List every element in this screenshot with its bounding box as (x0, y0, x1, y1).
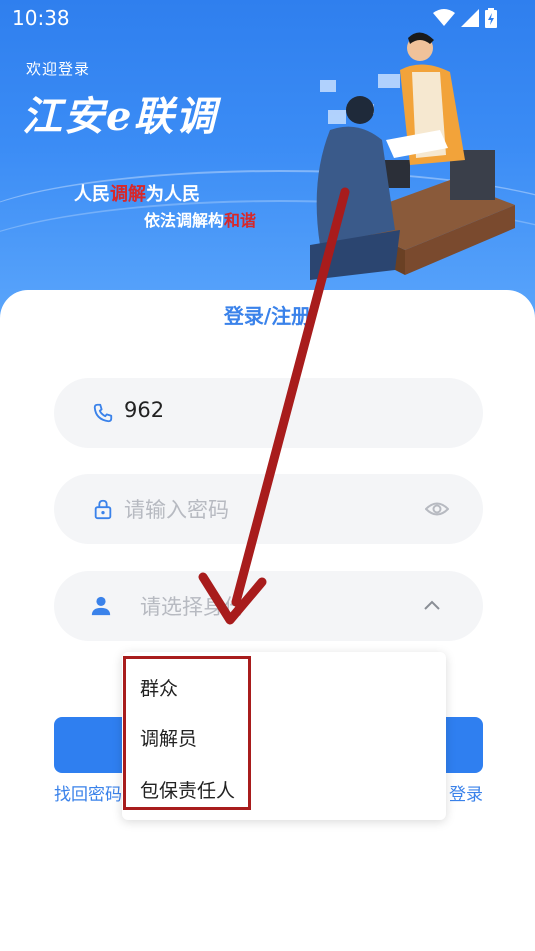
login-card-title: 登录/注册 (223, 304, 312, 328)
role-placeholder: 请选择身份 (140, 595, 245, 619)
slogan-highlight: 调解 (110, 184, 146, 205)
battery-icon (485, 8, 497, 28)
slogan-text: 为人民 (146, 184, 200, 205)
password-input[interactable]: 请输入密码 (54, 474, 483, 544)
chevron-up-icon (424, 600, 440, 610)
annotation-highlight-box (123, 656, 251, 810)
header-banner: 10:38 欢迎登录 江安e联调 人民调解为人民 依法调解构和谐 (0, 0, 535, 320)
welcome-text: 欢迎登录 (26, 60, 91, 78)
slogan-text: 人民 (74, 184, 110, 205)
wifi-icon (433, 9, 455, 26)
eye-icon[interactable] (425, 498, 449, 520)
slogan-text: 依法调解构 (144, 211, 225, 230)
slogan-line-2: 依法调解构和谐 (144, 207, 256, 231)
password-placeholder: 请输入密码 (124, 498, 229, 522)
slogan-highlight: 和谐 (224, 211, 257, 230)
phone-input[interactable]: 962 (54, 378, 483, 448)
phone-value: 962 (124, 398, 165, 422)
lock-icon (94, 499, 112, 520)
phone-icon (93, 403, 113, 423)
status-time: 10:38 (12, 6, 70, 30)
forgot-password-link[interactable]: 找回密码 (54, 780, 122, 805)
mediation-illustration (310, 32, 515, 280)
login-link[interactable]: 登录 (449, 780, 483, 805)
user-icon (91, 596, 111, 616)
signal-icon (461, 9, 479, 27)
role-select[interactable]: 请选择身份 (54, 571, 483, 641)
slogan-line-1: 人民调解为人民 (74, 180, 200, 206)
app-title: 江安e联调 (22, 93, 218, 140)
